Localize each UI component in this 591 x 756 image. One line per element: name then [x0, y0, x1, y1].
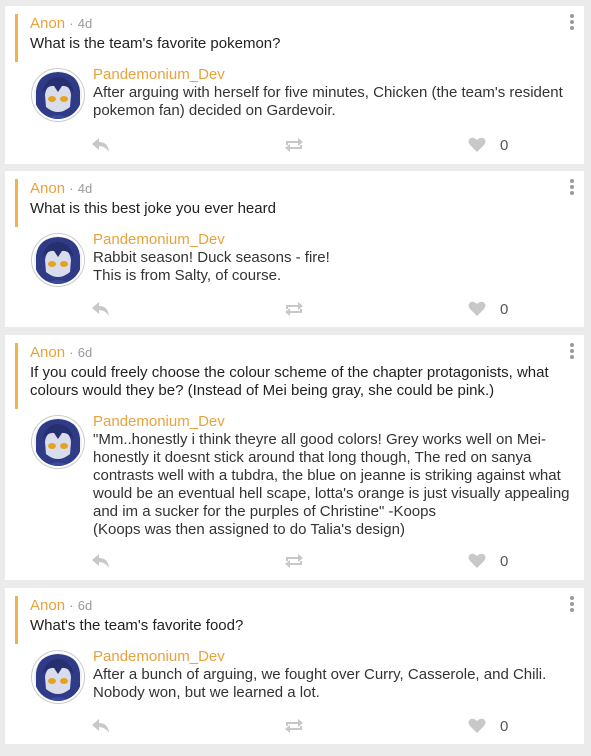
question-header: Anon · 6d	[30, 596, 560, 616]
timestamp[interactable]: 4d	[78, 16, 92, 31]
heart-icon	[468, 718, 486, 733]
answer-body: Pandemonium_Dev After arguing with herse…	[93, 66, 570, 120]
separator: ·	[69, 598, 74, 613]
timestamp[interactable]: 6d	[78, 598, 92, 613]
answer-body: Pandemonium_Dev "Mm..honestly i think th…	[93, 413, 570, 539]
action-bar: 0	[5, 714, 584, 738]
like-count: 0	[500, 717, 509, 735]
answer: Pandemonium_Dev After arguing with herse…	[32, 66, 570, 126]
answerer-name[interactable]: Pandemonium_Dev	[93, 413, 570, 431]
separator: ·	[69, 181, 74, 196]
heart-icon	[468, 553, 486, 568]
like-button[interactable]: 0	[468, 133, 508, 157]
post-card: Anon · 4d What is this best joke you eve…	[5, 171, 584, 327]
asker-name[interactable]: Anon	[30, 344, 65, 361]
action-bar: 0	[5, 133, 584, 157]
action-bar: 0	[5, 297, 584, 321]
ask-feed: Anon · 4d What is the team's favorite po…	[0, 0, 591, 756]
answerer-name[interactable]: Pandemonium_Dev	[93, 66, 570, 84]
answer-text: After a bunch of arguing, we fought over…	[93, 666, 570, 702]
question-header: Anon · 4d	[30, 179, 560, 199]
answer-line: contrasts well with a tubdra, the blue o…	[93, 467, 561, 484]
question-text: What's the team's favorite food?	[30, 617, 244, 634]
like-count: 0	[500, 552, 509, 570]
repost-icon[interactable]	[283, 133, 305, 157]
post-card: Anon · 6d What's the team's favorite foo…	[5, 588, 584, 744]
answerer-name[interactable]: Pandemonium_Dev	[93, 231, 570, 249]
like-button[interactable]: 0	[468, 549, 508, 573]
answer-body: Pandemonium_Dev After a bunch of arguing…	[93, 648, 570, 702]
like-button[interactable]: 0	[468, 297, 508, 321]
answer: Pandemonium_Dev Rabbit season! Duck seas…	[32, 231, 570, 291]
more-vertical-icon[interactable]	[568, 343, 576, 359]
avatar[interactable]	[32, 416, 84, 468]
more-vertical-icon[interactable]	[568, 596, 576, 612]
answer-line: "Mm..honestly i think theyre all good co…	[93, 431, 546, 448]
question-header: Anon · 6d	[30, 343, 560, 363]
answer: Pandemonium_Dev "Mm..honestly i think th…	[32, 413, 570, 543]
repost-icon[interactable]	[283, 549, 305, 573]
answer-line: Nobody won, but we learned a lot.	[93, 684, 320, 701]
answer-text: Rabbit season! Duck seasons - fire! This…	[93, 249, 570, 285]
question: Anon · 6d What's the team's favorite foo…	[15, 596, 560, 644]
asker-name[interactable]: Anon	[30, 15, 65, 32]
avatar[interactable]	[32, 651, 84, 703]
answer-text: "Mm..honestly i think theyre all good co…	[93, 431, 570, 539]
more-vertical-icon[interactable]	[568, 179, 576, 195]
post-card: Anon · 6d If you could freely choose the…	[5, 335, 584, 580]
answer: Pandemonium_Dev After a bunch of arguing…	[32, 648, 570, 708]
question-text: What is the team's favorite pokemon?	[30, 35, 281, 52]
question-text: What is this best joke you ever heard	[30, 200, 276, 217]
answer-line: and im a sucker for the purples of Chris…	[93, 503, 436, 520]
avatar[interactable]	[32, 234, 84, 286]
heart-icon	[468, 137, 486, 152]
answer-line: This is from Salty, of course.	[93, 267, 282, 284]
question: Anon · 4d What is this best joke you eve…	[15, 179, 560, 227]
like-button[interactable]: 0	[468, 714, 508, 738]
answer-body: Pandemonium_Dev Rabbit season! Duck seas…	[93, 231, 570, 285]
repost-icon[interactable]	[283, 297, 305, 321]
asker-name[interactable]: Anon	[30, 180, 65, 197]
action-bar: 0	[5, 549, 584, 573]
more-vertical-icon[interactable]	[568, 14, 576, 30]
reply-icon[interactable]	[91, 549, 111, 573]
answer-line: honestly it doesnt stick around that lon…	[93, 449, 532, 466]
answer-line: pokemon fan) decided on Gardevoir.	[93, 102, 336, 119]
like-count: 0	[500, 300, 509, 318]
like-count: 0	[500, 136, 509, 154]
answer-line: After arguing with herself for five minu…	[93, 84, 563, 101]
answer-text: After arguing with herself for five minu…	[93, 84, 570, 120]
reply-icon[interactable]	[91, 714, 111, 738]
post-card: Anon · 4d What is the team's favorite po…	[5, 6, 584, 164]
answer-line: would be an eventual hell scape, lotta's…	[93, 485, 570, 502]
question-header: Anon · 4d	[30, 14, 560, 34]
question: Anon · 6d If you could freely choose the…	[15, 343, 560, 409]
avatar[interactable]	[32, 69, 84, 121]
question-text: If you could freely choose the colour sc…	[30, 364, 549, 399]
reply-icon[interactable]	[91, 297, 111, 321]
separator: ·	[69, 345, 74, 360]
answer-line: After a bunch of arguing, we fought over…	[93, 666, 547, 683]
asker-name[interactable]: Anon	[30, 597, 65, 614]
repost-icon[interactable]	[283, 714, 305, 738]
timestamp[interactable]: 4d	[78, 181, 92, 196]
timestamp[interactable]: 6d	[78, 345, 92, 360]
reply-icon[interactable]	[91, 133, 111, 157]
answerer-name[interactable]: Pandemonium_Dev	[93, 648, 570, 666]
separator: ·	[69, 16, 74, 31]
answer-line: Rabbit season! Duck seasons - fire!	[93, 249, 330, 266]
question: Anon · 4d What is the team's favorite po…	[15, 14, 560, 62]
heart-icon	[468, 301, 486, 316]
answer-line: (Koops was then assigned to do Talia's d…	[93, 521, 405, 538]
